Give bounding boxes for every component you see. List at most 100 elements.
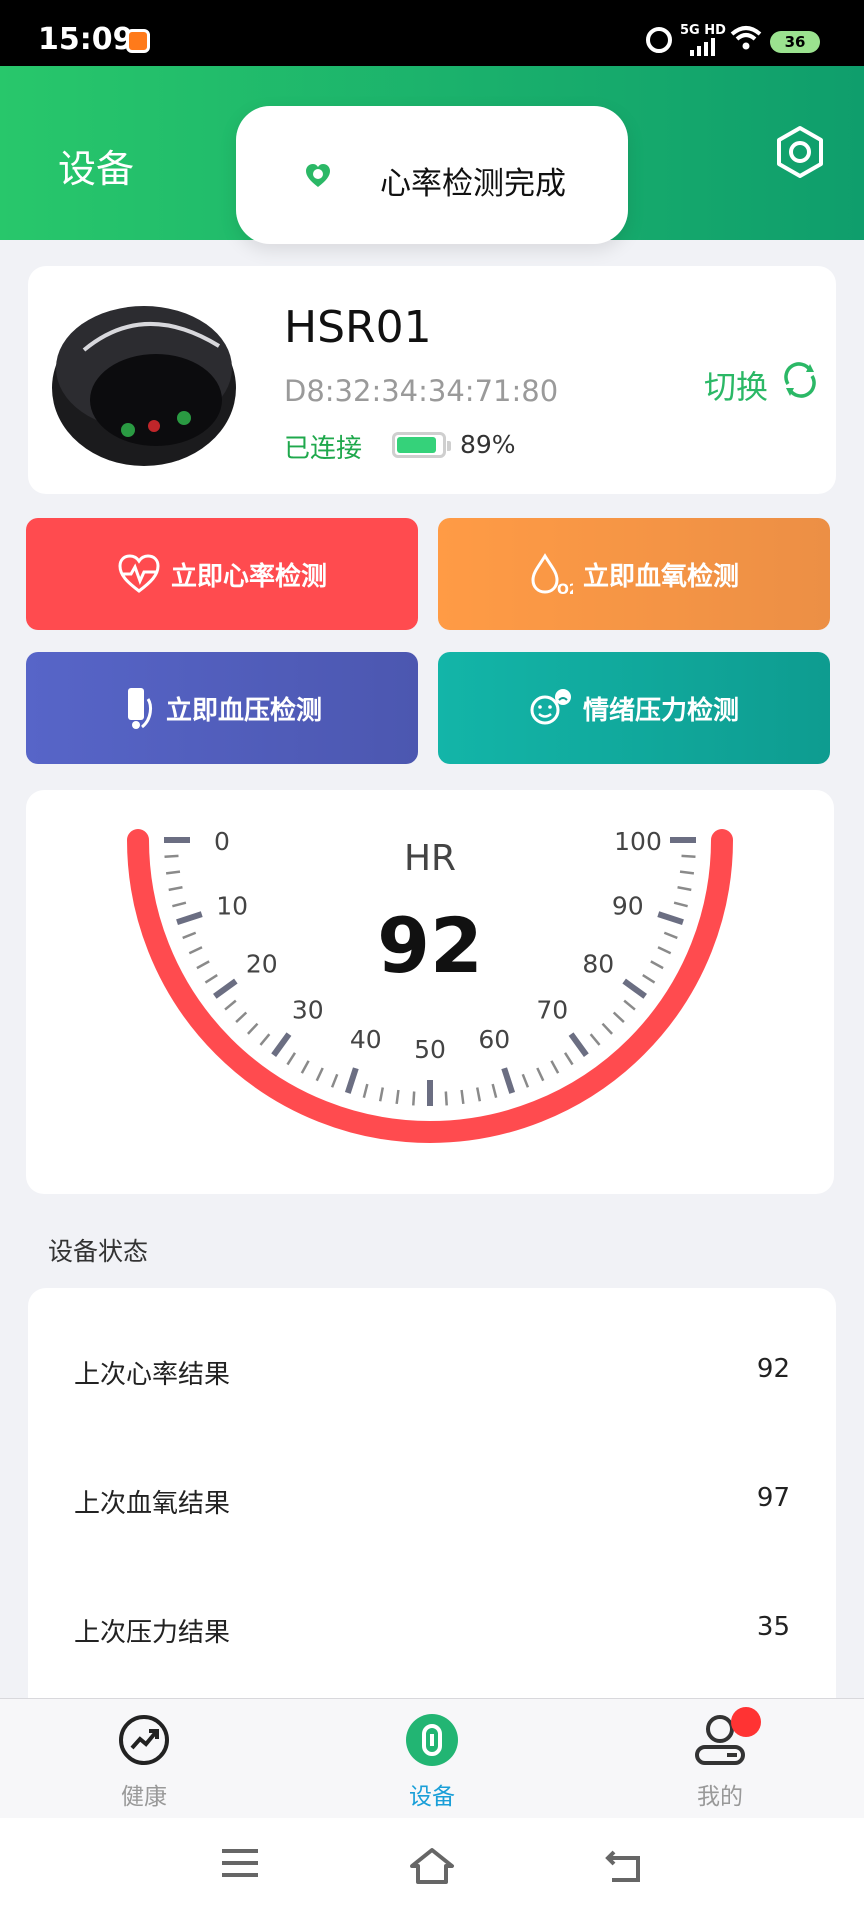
gauge-minor-tick bbox=[681, 854, 696, 858]
device-name: HSR01 bbox=[284, 302, 432, 353]
status-row-blood-oxygen[interactable]: 上次血氧结果 97 bbox=[28, 1469, 836, 1529]
signal-icon bbox=[690, 38, 715, 56]
gauge-minor-tick bbox=[246, 1022, 259, 1035]
settings-icon[interactable] bbox=[772, 124, 828, 180]
blood-oxygen-measure-button[interactable]: O2 立即血氧检测 bbox=[438, 518, 830, 630]
battery-fill bbox=[397, 437, 437, 453]
gauge-minor-tick bbox=[589, 1033, 601, 1046]
gauge-minor-tick bbox=[286, 1052, 297, 1066]
gauge-minor-tick bbox=[182, 931, 197, 940]
status-row-heart-rate[interactable]: 上次心率结果 92 bbox=[28, 1340, 836, 1400]
gauge-minor-tick bbox=[612, 1011, 625, 1024]
gauge-major-tick bbox=[568, 1032, 589, 1057]
back-icon[interactable] bbox=[604, 1846, 644, 1886]
health-trend-icon bbox=[119, 1715, 169, 1765]
gauge-minor-tick bbox=[601, 1022, 614, 1035]
heart-rate-gauge-card: 0 10 20 30 40 50 60 70 80 90 100 HR 92 bbox=[26, 790, 834, 1194]
gauge-minor-tick bbox=[378, 1087, 385, 1102]
gauge-minor-tick bbox=[412, 1091, 416, 1106]
gauge-minor-tick bbox=[300, 1060, 310, 1074]
page-title: 设备 bbox=[58, 147, 135, 191]
tab-device[interactable]: 设备 bbox=[372, 1713, 492, 1813]
gauge-minor-tick bbox=[536, 1067, 545, 1082]
stress-button-label: 情绪压力检测 bbox=[582, 695, 739, 726]
oxygen-drop-icon: O2 bbox=[531, 553, 573, 596]
connection-status: 已连接 bbox=[284, 434, 363, 464]
gauge-tick-label: 70 bbox=[536, 995, 568, 1024]
gauge-minor-tick bbox=[563, 1052, 574, 1066]
gauge-tick-label: 30 bbox=[292, 995, 324, 1024]
notification-badge bbox=[731, 1707, 761, 1737]
heart-rate-measure-button[interactable]: 立即心率检测 bbox=[26, 518, 418, 630]
tab-mine-label: 我的 bbox=[697, 1784, 743, 1810]
device-status-card: 上次心率结果 92 上次血氧结果 97 上次压力结果 35 bbox=[28, 1288, 836, 1708]
gauge-major-tick bbox=[657, 911, 684, 926]
gauge-major-tick bbox=[176, 911, 203, 926]
gauge-minor-tick bbox=[172, 901, 187, 908]
ring-device-icon bbox=[406, 1714, 458, 1766]
tab-health-label: 健康 bbox=[121, 1784, 167, 1810]
app-notification-icon bbox=[126, 29, 150, 53]
switch-device-button[interactable]: 切换 bbox=[704, 362, 768, 408]
device-mac-address: D8:32:34:34:71:80 bbox=[284, 374, 559, 408]
system-navigation-bar bbox=[0, 1818, 864, 1920]
gauge-minor-tick bbox=[444, 1091, 448, 1106]
gauge-minor-tick bbox=[362, 1083, 369, 1098]
gauge-tick-label: 10 bbox=[216, 891, 248, 920]
gauge-minor-tick bbox=[224, 999, 237, 1011]
gauge-tick-label: 40 bbox=[350, 1025, 382, 1054]
gauge-minor-tick bbox=[164, 854, 179, 858]
gauge-major-tick bbox=[622, 978, 647, 999]
gauge-minor-tick bbox=[677, 885, 692, 892]
gauge-minor-tick bbox=[657, 946, 672, 955]
gauge-tick-label: 50 bbox=[414, 1035, 446, 1064]
menu-icon[interactable] bbox=[220, 1846, 260, 1880]
tab-mine[interactable]: 我的 bbox=[660, 1707, 780, 1813]
gauge-tick-label: 0 bbox=[214, 827, 230, 856]
status-row-label: 上次心率结果 bbox=[74, 1360, 231, 1390]
heart-icon bbox=[306, 164, 330, 187]
device-status-title: 设备状态 bbox=[48, 1237, 149, 1266]
gauge-minor-tick bbox=[650, 960, 664, 970]
gauge-minor-tick bbox=[259, 1033, 271, 1046]
status-row-value: 35 bbox=[756, 1612, 790, 1642]
heart-rate-gauge: 0 10 20 30 40 50 60 70 80 90 100 HR 92 bbox=[127, 827, 733, 1143]
status-row-value: 92 bbox=[756, 1354, 790, 1384]
stress-measure-button[interactable]: 情绪压力检测 bbox=[438, 652, 830, 764]
gauge-minor-tick bbox=[475, 1087, 482, 1102]
gauge-major-tick bbox=[344, 1067, 359, 1094]
network-type: 5G HD bbox=[680, 23, 726, 38]
alarm-icon bbox=[646, 27, 672, 53]
gauge-major-tick bbox=[213, 978, 238, 999]
gauge-minor-tick bbox=[204, 973, 218, 984]
gauge-value: 92 bbox=[377, 901, 483, 990]
gauge-tick-label: 80 bbox=[582, 949, 614, 978]
gauge-minor-tick bbox=[521, 1073, 530, 1088]
gauge-minor-tick bbox=[315, 1067, 324, 1082]
tab-device-label: 设备 bbox=[409, 1784, 455, 1810]
tab-health[interactable]: 健康 bbox=[84, 1713, 204, 1813]
status-time: 15:09 bbox=[38, 22, 134, 57]
gauge-minor-tick bbox=[165, 870, 181, 875]
battery-icon bbox=[392, 432, 451, 458]
gauge-minor-tick bbox=[188, 946, 203, 955]
gauge-minor-tick bbox=[330, 1073, 339, 1088]
gauge-minor-tick bbox=[550, 1060, 560, 1074]
status-row-label: 上次压力结果 bbox=[74, 1618, 231, 1648]
status-row-stress[interactable]: 上次压力结果 35 bbox=[28, 1598, 836, 1658]
battery-percentage: 89% bbox=[460, 430, 516, 459]
toast-message: 心率检测完成 bbox=[380, 166, 566, 202]
emotion-icon bbox=[530, 689, 571, 725]
blood-pressure-measure-button[interactable]: 立即血压检测 bbox=[26, 652, 418, 764]
gauge-minor-tick bbox=[235, 1011, 248, 1024]
heart-rate-button-label: 立即心率检测 bbox=[170, 561, 327, 592]
gauge-minor-tick bbox=[679, 870, 695, 875]
gauge-minor-tick bbox=[168, 885, 183, 892]
home-icon[interactable] bbox=[408, 1846, 456, 1886]
gauge-tick-label: 100 bbox=[614, 827, 662, 856]
heartbeat-icon bbox=[118, 554, 160, 593]
ring-device-image bbox=[52, 306, 236, 466]
blood-pressure-icon bbox=[127, 688, 152, 729]
gauge-minor-tick bbox=[460, 1089, 465, 1105]
refresh-icon[interactable] bbox=[780, 360, 820, 400]
